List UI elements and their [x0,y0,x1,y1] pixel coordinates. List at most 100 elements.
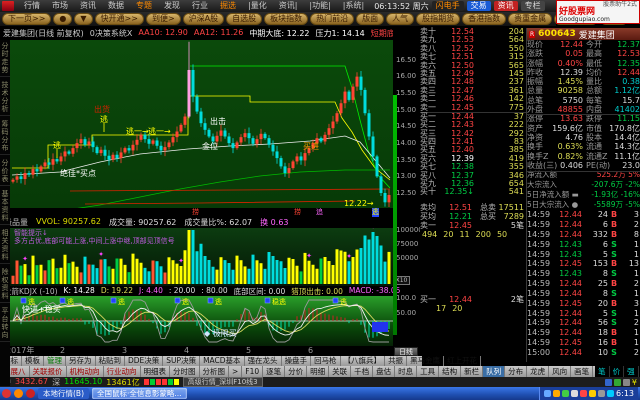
tray-icon[interactable] [571,390,578,397]
left-tab[interactable]: 分价表 [0,159,10,186]
left-tab[interactable]: 平台转向 [0,307,10,342]
mini-tab[interactable]: 强 [624,366,639,377]
quick-launch-icon[interactable] [2,389,11,398]
task-button[interactable]: 本地行情(B) [38,388,89,399]
menu-item[interactable]: 行情 [18,0,46,12]
left-tab[interactable]: 技术分析 [0,81,10,116]
buy-row[interactable]: 买十12.35↓541 [420,188,526,196]
pane-divider-strip[interactable] [393,95,397,335]
toolbar-button[interactable]: 快开通>> [95,13,144,25]
toolbar-button[interactable]: 版面 [356,13,384,25]
indicator-tab[interactable]: 共振 [385,356,407,366]
view-tab[interactable]: 分析图 [200,366,230,377]
toolbar-button[interactable]: 自选股 [226,13,262,25]
mini-tab[interactable]: 笔 [595,366,610,377]
toolbar-button[interactable]: 热门前沿 [310,13,354,25]
view-tab[interactable]: 行业动向 [104,366,141,377]
tray-icon[interactable] [598,390,605,397]
toolbar-button[interactable]: 股指期货 [416,13,460,25]
view-tab[interactable]: 明细 [307,366,329,377]
indicator-tab[interactable]: 另存为 [66,356,96,366]
connection-status[interactable]: 高级行情_深圳F10线3 [183,377,263,387]
menu-item[interactable]: |系统| [337,0,370,12]
toolbar-button[interactable]: 贵重金属 [508,13,552,25]
main-candlestick-chart[interactable]: 逃逃逃一→逃一→绝佳*买点出击金位买进12.22→出货 [10,40,393,208]
view-tab[interactable]: 分布 [505,366,527,377]
menu-quick-button[interactable]: 交易 [467,1,491,11]
status-icon[interactable] [623,379,630,386]
quick-launch-icon[interactable] [14,389,23,398]
left-tab[interactable]: 除权资料 [0,268,10,303]
tray-icon[interactable] [589,390,596,397]
quick-launch-icon[interactable] [26,389,35,398]
view-tab[interactable]: 千档 [351,366,373,377]
toolbar-button[interactable]: 沪深A股 [183,13,224,25]
menu-quick-button[interactable]: 闪电手 [432,1,464,11]
view-tab[interactable]: 明细表 [141,366,171,377]
view-tab[interactable]: > [229,366,242,377]
menu-item[interactable]: |功能| [303,0,336,12]
view-tab[interactable]: 工具 [417,366,439,377]
kdj-pane[interactable]: 逃逃逃逃逃稳逃逃快进+稳买◆ 极限买 [10,296,393,346]
view-tab[interactable]: F10 [242,366,263,377]
toolbar-button[interactable]: 香港指数 [462,13,506,25]
menu-item[interactable]: 行业 [186,0,214,12]
menu-quick-button[interactable]: 专栏 [521,1,545,11]
toolbar-button[interactable]: 板块指数 [264,13,308,25]
toolbar-button[interactable]: ▼ [74,13,92,25]
view-tab[interactable]: 时息 [395,366,417,377]
menu-item[interactable]: 发现 [158,0,186,12]
view-tab[interactable]: 关联报价 [30,366,67,377]
toolbar-button[interactable]: 人气 [386,13,414,25]
left-tab[interactable]: 分时走势 [0,42,10,77]
indicator-tab[interactable]: 粘贴到 [96,356,126,366]
view-tab[interactable]: 结构 [439,366,461,377]
task-button[interactable]: 全国鼠标·全信息影蒙略... [92,388,187,399]
tray-icon[interactable] [544,390,551,397]
indicator-tab[interactable]: 【八旗兵】 [341,356,386,366]
view-tab[interactable]: 机构动向 [67,366,104,377]
indicator-tab[interactable]: 操盘手 [282,356,312,366]
indicator-tab[interactable]: 黑马金鹰 [407,356,444,366]
view-tab[interactable]: 画笔 [571,366,593,377]
menu-item[interactable]: 资讯 [74,0,102,12]
period-button[interactable]: 日线 [394,347,418,356]
tray-icon[interactable] [553,390,560,397]
status-icon[interactable] [605,379,612,386]
stock-header[interactable]: R 600643 爱建集团 [527,28,640,40]
view-tab[interactable]: 分价 [285,366,307,377]
left-tab[interactable]: 基本资料 [0,190,10,225]
sell-row[interactable]: 卖一12.45775 [420,104,526,112]
tray-icon[interactable] [607,390,614,397]
menu-item[interactable]: 专题 [130,0,158,12]
view-tab[interactable]: 关联 [329,366,351,377]
view-tab[interactable]: 新栏 [461,366,483,377]
menu-item[interactable]: 数据 [102,0,130,12]
menu-item[interactable]: 市场 [46,0,74,12]
indicator-tab[interactable]: SUP决策 [163,356,200,366]
status-icon[interactable] [614,379,621,386]
view-tab[interactable]: 龙虎 [527,366,549,377]
view-tab[interactable]: 队列 [483,366,505,377]
indicator-tab[interactable]: 红上开花 [444,356,481,366]
mini-tab[interactable]: 价 [610,366,625,377]
menu-item[interactable]: |量化 [242,0,273,12]
toolbar-button[interactable]: 到便> [146,13,181,25]
goodgupiao-logo[interactable]: 股票助牛2式 好股票网 Goodgupiao.com [556,0,640,24]
toolbar-button[interactable]: ● [53,13,72,25]
indicator-tab[interactable]: 强在龙头 [245,356,282,366]
indicator-tab[interactable]: 模板 [22,356,44,366]
indicator-tab[interactable]: 管理 [44,356,66,366]
menu-item[interactable]: 掘选 [214,0,242,12]
left-tab[interactable]: 相关资料 [0,229,10,264]
left-tab[interactable]: 筹码分布 [0,120,10,155]
indicator-tab[interactable]: DDE决策 [125,356,163,366]
tray-icon[interactable] [562,390,569,397]
tick-list[interactable]: 14:5912.44 24B 3 14:5912.44 6B 2 14:5912… [527,210,640,358]
indicator-tab[interactable]: 回马枪 [311,356,341,366]
view-tab[interactable]: 分时图 [170,366,200,377]
menu-quick-button[interactable]: 资讯 [494,1,518,11]
menu-item[interactable]: 资讯| [273,0,304,12]
view-tab[interactable]: 盘估 [373,366,395,377]
view-tab[interactable]: 风向 [549,366,571,377]
